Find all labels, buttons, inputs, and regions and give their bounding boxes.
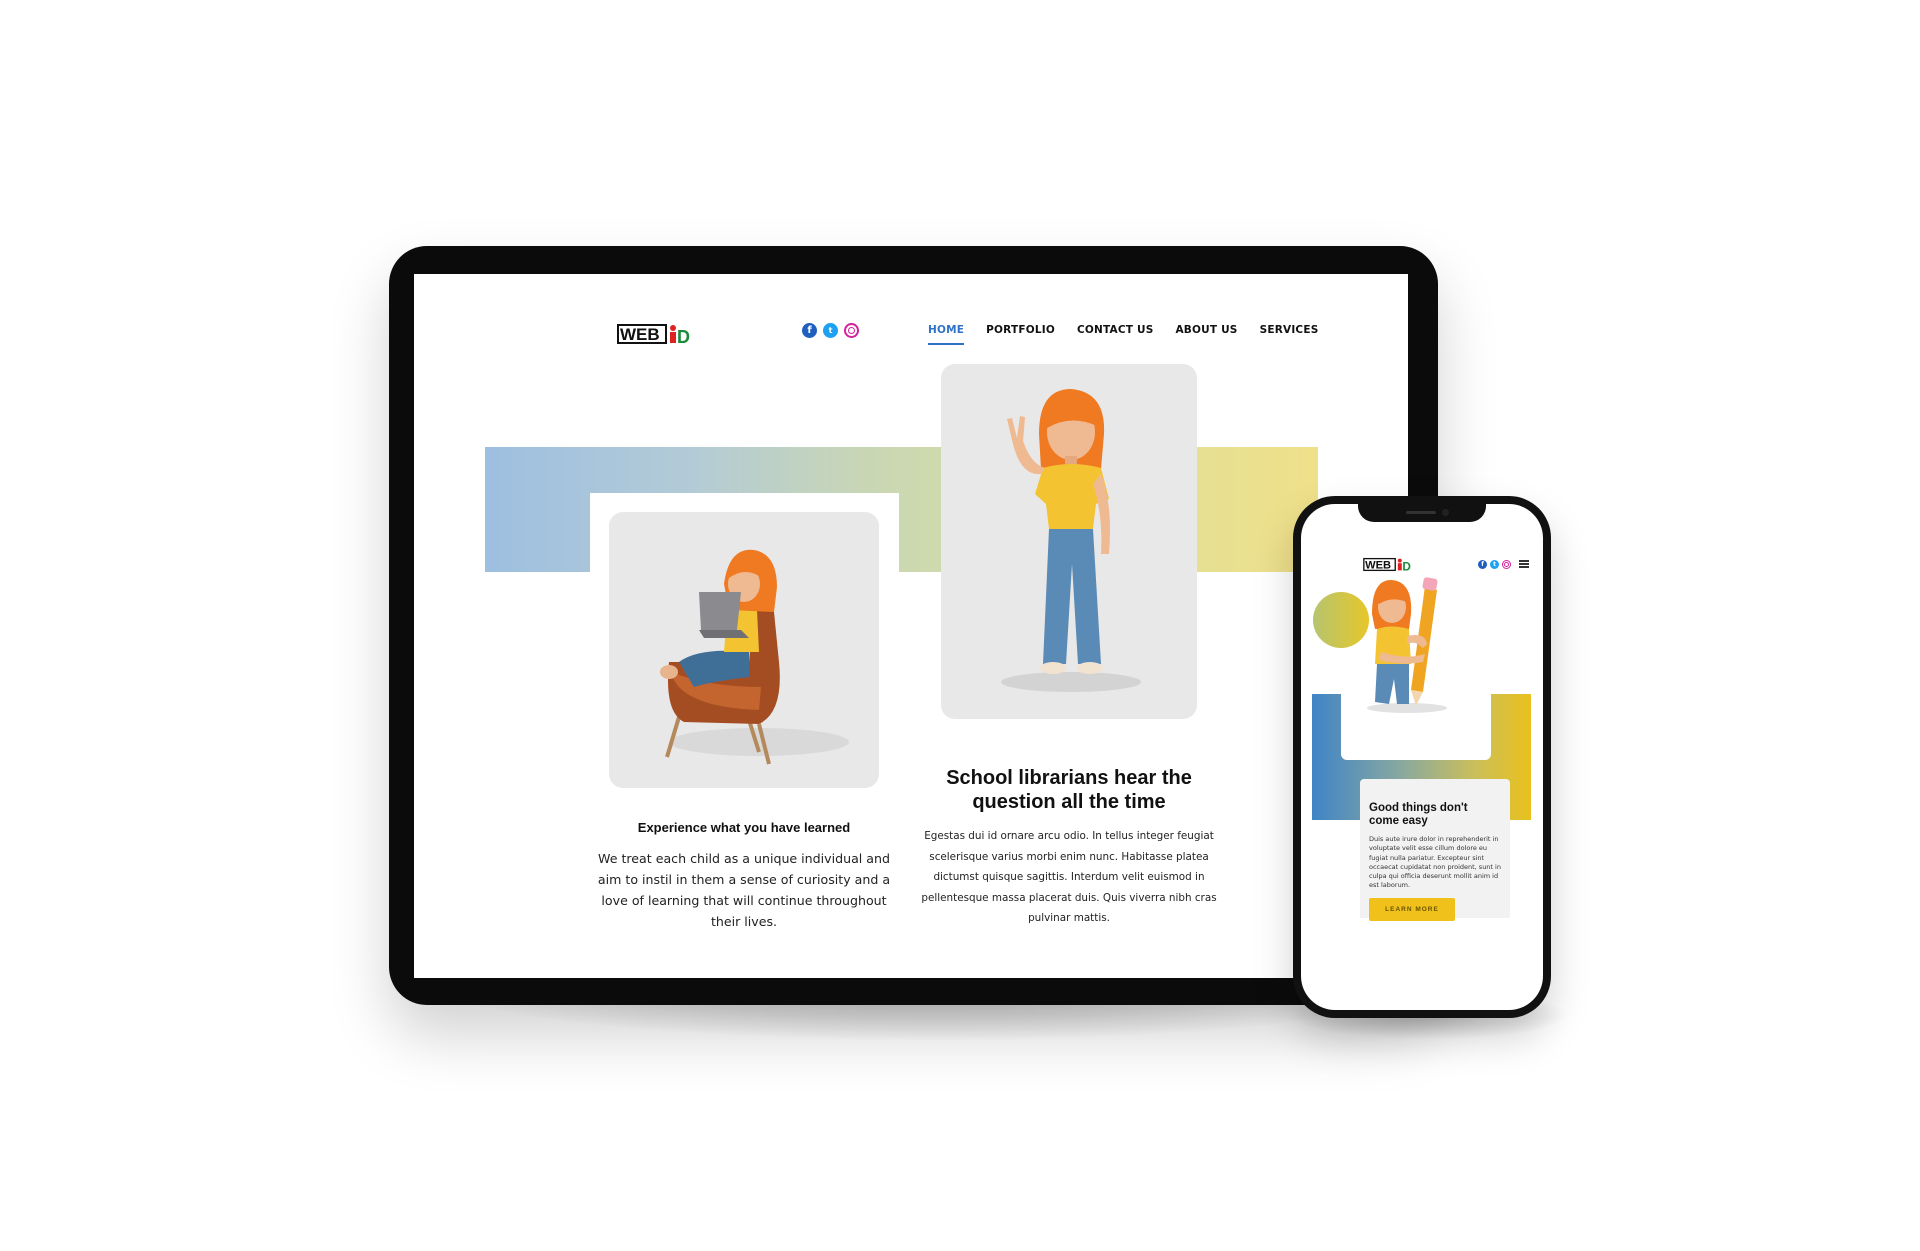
phone-social-links: f t bbox=[1478, 560, 1511, 569]
learn-more-button[interactable]: LEARN MORE bbox=[1369, 898, 1455, 921]
illustration-girl-waving bbox=[941, 364, 1197, 719]
instagram-icon[interactable] bbox=[844, 323, 859, 338]
twitter-icon[interactable]: t bbox=[1490, 560, 1499, 569]
nav-about-us[interactable]: ABOUT US bbox=[1175, 324, 1237, 336]
instagram-icon[interactable] bbox=[1502, 560, 1511, 569]
promo-body: Duis aute irure dolor in reprehenderit i… bbox=[1369, 835, 1501, 890]
phone-logo-text: WEB bbox=[1365, 559, 1391, 571]
nav-services[interactable]: SERVICES bbox=[1260, 324, 1319, 336]
feature-right-body: Egestas dui id ornare arcu odio. In tell… bbox=[921, 830, 1217, 924]
svg-text:D: D bbox=[677, 327, 690, 347]
nav-portfolio[interactable]: PORTFOLIO bbox=[986, 324, 1055, 336]
illustration-girl-laptop bbox=[609, 512, 879, 788]
facebook-icon[interactable]: f bbox=[1478, 560, 1487, 569]
facebook-icon[interactable]: f bbox=[802, 323, 817, 338]
feature-left-heading: Experience what you have learned bbox=[637, 820, 851, 835]
twitter-icon[interactable]: t bbox=[823, 323, 838, 338]
illustration-girl-pencil bbox=[1367, 577, 1447, 713]
phone-camera bbox=[1442, 509, 1449, 516]
nav-home[interactable]: HOME bbox=[928, 324, 965, 345]
social-links: f t bbox=[802, 323, 859, 338]
nav-contact-us[interactable]: CONTACT US bbox=[1077, 324, 1154, 336]
phone-logo[interactable]: WEB D bbox=[1363, 556, 1417, 573]
phone-speaker bbox=[1406, 511, 1436, 514]
tablet-screen: WEB D f t HOME PORTFOLIO CONTACT US ABOU… bbox=[414, 274, 1408, 978]
feature-left-body: We treat each child as a unique individu… bbox=[597, 851, 891, 929]
feature-right-heading: School librarians hear the question all … bbox=[946, 767, 1192, 813]
hamburger-menu-icon[interactable] bbox=[1519, 560, 1529, 568]
logo[interactable]: WEB D bbox=[617, 321, 699, 347]
main-nav: HOME PORTFOLIO CONTACT US ABOUT US SERVI… bbox=[928, 324, 1319, 345]
logo-text: WEB bbox=[620, 325, 660, 344]
svg-text:D: D bbox=[1402, 560, 1411, 573]
phone-screen: WEB D f t Good things don't come easy Du… bbox=[1301, 504, 1543, 1010]
promo-heading: Good things don't come easy bbox=[1369, 802, 1468, 827]
